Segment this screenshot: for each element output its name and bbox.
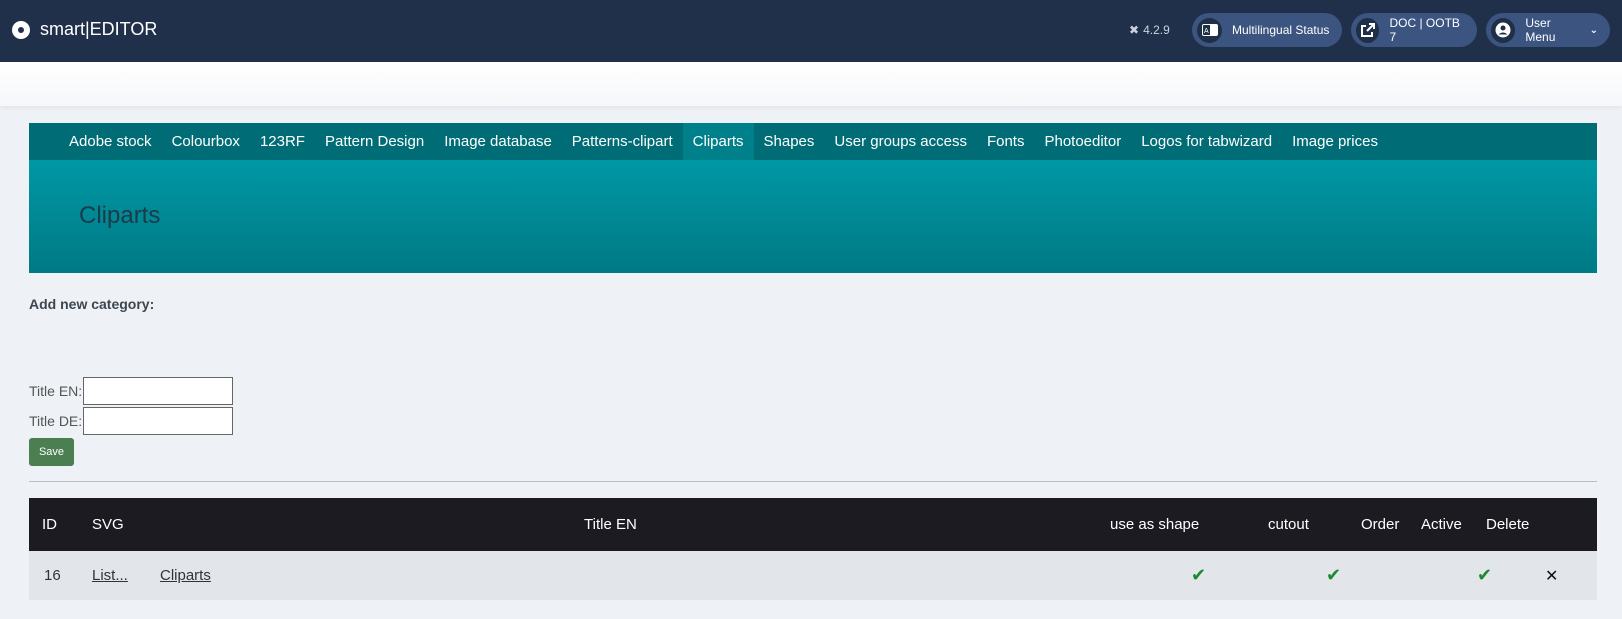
chevron-down-icon: ⌄ — [1589, 24, 1598, 36]
header-active: Active — [1421, 516, 1462, 533]
tab-bar: Adobe stock Colourbox 123RF Pattern Design I… — [29, 123, 1597, 160]
tab-adobe-stock[interactable]: Adobe stock — [59, 123, 162, 160]
delete-icon[interactable]: ✕ — [1545, 551, 1558, 600]
header-cutout: cutout — [1268, 516, 1309, 533]
add-category-heading: Add new category: — [29, 296, 155, 312]
tab-pattern-design[interactable]: Pattern Design — [315, 123, 434, 160]
save-button[interactable]: Save — [29, 438, 74, 466]
tab-shapes[interactable]: Shapes — [754, 123, 825, 160]
top-bar: smart|EDITOR ✖ 4.2.9 A Multilingual Stat… — [0, 0, 1622, 62]
page-header: Cliparts — [29, 160, 1597, 273]
header-svg: SVG — [92, 516, 124, 533]
tab-logos-for-tabwizard[interactable]: Logos for tabwizard — [1131, 123, 1282, 160]
row-svg-link[interactable]: List... — [92, 551, 128, 600]
joomla-icon: ✖ — [1129, 23, 1140, 37]
brand[interactable]: smart|EDITOR — [12, 19, 157, 40]
table-header: ID SVG Title EN use as shape cutout Orde… — [29, 498, 1597, 551]
tab-patterns-clipart[interactable]: Patterns-clipart — [562, 123, 683, 160]
header-delete: Delete — [1486, 516, 1530, 533]
sub-header-band — [0, 62, 1622, 106]
title-de-input[interactable] — [83, 407, 234, 435]
tab-image-prices[interactable]: Image prices — [1282, 123, 1388, 160]
divider — [29, 481, 1597, 482]
tab-image-database[interactable]: Image database — [434, 123, 562, 160]
header-title-en: Title EN — [584, 516, 637, 533]
tab-user-groups-access[interactable]: User groups access — [824, 123, 977, 160]
app-title: smart|EDITOR — [40, 19, 158, 39]
logo-icon — [12, 20, 30, 39]
header-id: ID — [42, 516, 57, 533]
external-link-icon — [1356, 17, 1380, 43]
tab-123rf[interactable]: 123RF — [250, 123, 315, 160]
multilingual-status-button[interactable]: A Multilingual Status — [1192, 13, 1342, 47]
row-title-link[interactable]: Cliparts — [160, 551, 211, 600]
svg-text:A: A — [1204, 28, 1209, 35]
cutout-check-icon[interactable]: ✔ — [1326, 551, 1341, 600]
version-text: 4.2.9 — [1143, 23, 1170, 37]
tab-fonts[interactable]: Fonts — [977, 123, 1035, 160]
tab-photoeditor[interactable]: Photoeditor — [1034, 123, 1131, 160]
user-menu-label: User Menu — [1525, 16, 1556, 44]
user-icon — [1491, 17, 1516, 43]
user-menu-button[interactable]: User Menu ⌄ — [1486, 13, 1610, 47]
title-en-input[interactable] — [83, 377, 234, 405]
header-order: Order — [1361, 516, 1400, 533]
title-de-row: Title DE: — [29, 407, 234, 435]
page-title: Cliparts — [79, 202, 161, 229]
title-en-row: Title EN: — [29, 377, 234, 405]
table-row: 16 List... Cliparts ✔ ✔ ✔ ✕ — [29, 551, 1597, 600]
row-id: 16 — [44, 567, 61, 584]
doc-label: DOC | OOTB 7 — [1389, 16, 1460, 44]
header-use-as-shape: use as shape — [1110, 516, 1200, 533]
title-de-label: Title DE: — [29, 413, 83, 429]
language-icon: A — [1197, 17, 1222, 43]
multilingual-label: Multilingual Status — [1232, 23, 1330, 37]
active-check-icon[interactable]: ✔ — [1477, 551, 1492, 600]
version-indicator: ✖ 4.2.9 — [1129, 23, 1170, 37]
svg-list-link[interactable]: List... — [92, 567, 128, 584]
tab-colourbox[interactable]: Colourbox — [162, 123, 250, 160]
title-link[interactable]: Cliparts — [160, 567, 211, 584]
tab-cliparts[interactable]: Cliparts — [682, 123, 754, 160]
doc-button[interactable]: DOC | OOTB 7 — [1351, 13, 1477, 47]
use-as-shape-check-icon[interactable]: ✔ — [1191, 551, 1206, 600]
title-en-label: Title EN: — [29, 383, 83, 399]
